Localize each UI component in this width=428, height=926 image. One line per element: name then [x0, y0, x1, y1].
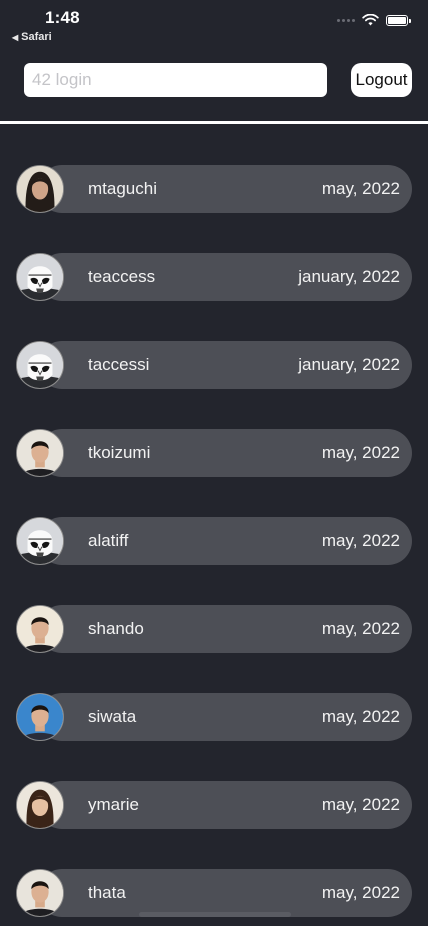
user-date: january, 2022 — [298, 267, 400, 286]
avatar — [16, 693, 64, 741]
avatar — [16, 165, 64, 213]
user-row[interactable]: siwata may, 2022 — [16, 693, 412, 741]
user-date: may, 2022 — [321, 707, 400, 726]
wifi-icon — [362, 14, 379, 26]
status-icons — [337, 14, 411, 26]
user-date: may, 2022 — [321, 443, 400, 462]
user-login: tkoizumi — [88, 443, 151, 462]
user-login: ymarie — [88, 795, 140, 814]
user-row[interactable]: alatiff may, 2022 — [16, 517, 412, 565]
user-row[interactable]: thata may, 2022 — [16, 869, 412, 917]
battery-icon — [386, 14, 411, 26]
user-row[interactable]: ymarie may, 2022 — [16, 781, 412, 829]
back-to-app-link[interactable]: ◀ Safari — [12, 31, 52, 43]
avatar — [16, 605, 64, 653]
avatar — [16, 517, 64, 565]
header: Logout — [0, 50, 428, 120]
avatar — [16, 429, 64, 477]
user-date: may, 2022 — [321, 883, 400, 902]
logout-button[interactable]: Logout — [351, 63, 412, 97]
user-login: siwata — [88, 707, 137, 726]
user-login: taccessi — [88, 355, 150, 374]
login-search-input[interactable] — [24, 63, 327, 97]
user-login: alatiff — [88, 531, 129, 550]
status-time: 1:48 — [45, 8, 80, 27]
user-date: january, 2022 — [298, 355, 400, 374]
status-bar: 1:48 ◀ Safari — [0, 0, 428, 50]
user-login: thata — [88, 883, 126, 902]
user-date: may, 2022 — [321, 619, 400, 638]
home-indicator[interactable] — [139, 912, 291, 917]
user-list[interactable]: mtaguchi may, 2022 teaccess january, 202… — [0, 124, 428, 926]
avatar — [16, 253, 64, 301]
user-row[interactable]: taccessi january, 2022 — [16, 341, 412, 389]
user-row[interactable]: teaccess january, 2022 — [16, 253, 412, 301]
avatar — [16, 781, 64, 829]
user-login: shando — [88, 619, 144, 638]
user-date: may, 2022 — [321, 179, 400, 198]
user-login: teaccess — [88, 267, 156, 286]
user-login: mtaguchi — [88, 179, 157, 198]
back-triangle-icon: ◀ — [12, 33, 19, 42]
user-row[interactable]: shando may, 2022 — [16, 605, 412, 653]
user-date: may, 2022 — [321, 531, 400, 550]
user-row[interactable]: tkoizumi may, 2022 — [16, 429, 412, 477]
avatar — [16, 869, 64, 917]
user-date: may, 2022 — [321, 795, 400, 814]
back-app-label: Safari — [21, 31, 52, 43]
user-row[interactable]: mtaguchi may, 2022 — [16, 165, 412, 213]
cellular-signal-icon — [337, 18, 355, 22]
avatar — [16, 341, 64, 389]
